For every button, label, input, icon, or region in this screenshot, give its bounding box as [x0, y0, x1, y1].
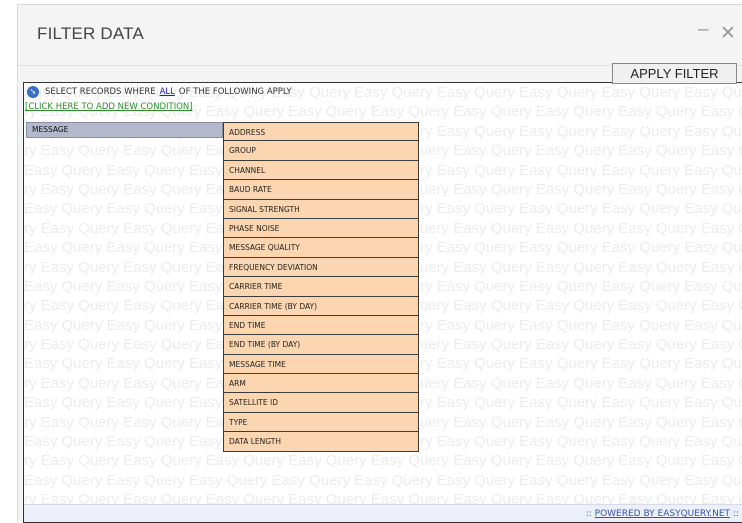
close-icon[interactable]: ✕ [720, 22, 736, 45]
minimize-icon[interactable]: – [698, 19, 709, 41]
menu-item[interactable]: FREQUENCY DEVIATION [223, 257, 419, 278]
menu-item[interactable]: MESSAGE TIME [223, 354, 419, 375]
title-bar: FILTER DATA – ✕ [18, 5, 742, 66]
menu-item[interactable]: TYPE [223, 412, 419, 433]
condition-header: ➘ SELECT RECORDS WHERE ALL OF THE FOLLOW… [27, 86, 292, 98]
watermark-row: Easy Query Easy Query Easy Query Easy Qu… [24, 471, 742, 489]
arrow-circle-icon[interactable]: ➘ [27, 86, 39, 98]
field-dropdown-menu: ADDRESS GROUP CHANNEL BAUD RATE SIGNAL STREN… [223, 122, 419, 452]
menu-item[interactable]: SATELLITE ID [223, 393, 419, 413]
query-panel: Easy Query Easy Query Easy Query Easy Qu… [23, 82, 742, 523]
menu-item[interactable]: ADDRESS [223, 122, 419, 142]
menu-item[interactable]: CHANNEL [223, 160, 419, 181]
menu-item[interactable]: PHASE NOISE [223, 218, 419, 239]
add-condition-link[interactable]: [CLICK HERE TO ADD NEW CONDITION] [25, 102, 193, 112]
condition-suffix: OF THE FOLLOWING APPLY [178, 87, 292, 97]
powered-by-link[interactable]: POWERED BY EASYQUERY.NET [595, 509, 730, 519]
apply-filter-button[interactable]: APPLY FILTER [612, 63, 737, 84]
condition-prefix: SELECT RECORDS WHERE [45, 87, 156, 97]
menu-item[interactable]: DATA LENGTH [223, 432, 419, 452]
menu-item[interactable]: END TIME (BY DAY) [223, 335, 419, 355]
footer-suffix: :: [730, 509, 739, 519]
add-condition-label: [CLICK HERE TO ADD NEW CONDITION] [25, 102, 193, 112]
menu-item[interactable]: MESSAGE QUALITY [223, 238, 419, 258]
menu-item[interactable]: CARRIER TIME [223, 277, 419, 297]
quantifier-link[interactable]: ALL [160, 87, 175, 97]
menu-item[interactable]: SIGNAL STRENGTH [223, 199, 419, 219]
menu-item[interactable]: GROUP [223, 141, 419, 161]
filter-data-dialog: FILTER DATA – ✕ APPLY FILTER Easy Query … [17, 4, 742, 523]
footer-bar: :: POWERED BY EASYQUERY.NET :: [24, 504, 742, 522]
menu-item[interactable]: END TIME [223, 315, 419, 336]
menu-item[interactable]: BAUD RATE [223, 180, 419, 200]
menu-item[interactable]: CARRIER TIME (BY DAY) [223, 296, 419, 316]
dialog-title: FILTER DATA [37, 24, 145, 43]
field-selector[interactable]: MESSAGE [26, 122, 223, 138]
menu-item[interactable]: ARM [223, 374, 419, 394]
footer-prefix: :: [585, 509, 595, 519]
watermark-row: ry Easy Query Easy Query Easy Query Easy… [24, 452, 742, 470]
